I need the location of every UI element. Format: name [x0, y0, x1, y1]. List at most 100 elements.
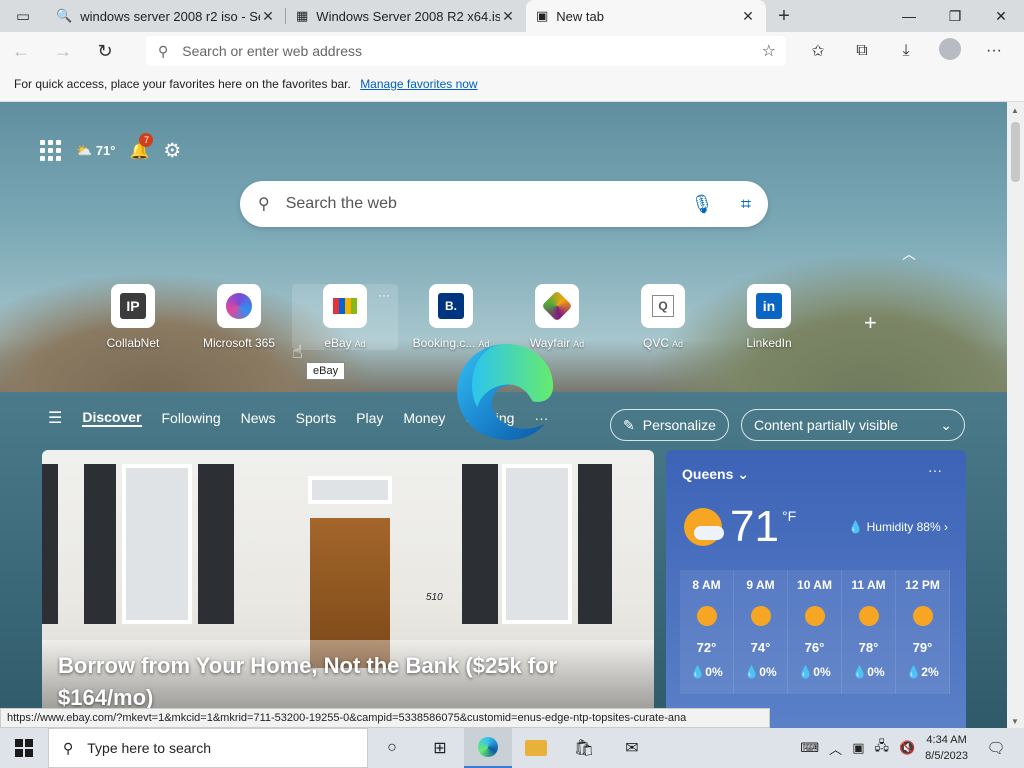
back-icon[interactable]: ← [0, 41, 42, 62]
menu-icon[interactable]: ☰ [48, 408, 62, 428]
hero-article-card[interactable]: 510 Borrow from Your Home, Not the Bank … [42, 450, 654, 728]
volume-muted-icon[interactable]: 🔇 [899, 740, 915, 756]
quick-link-collabnet[interactable]: IP CollabNet [80, 284, 186, 350]
mail-icon[interactable]: ✉ [608, 728, 656, 768]
scroll-up-icon[interactable]: ▲ [1011, 106, 1019, 115]
qvc-icon: Q [641, 284, 685, 328]
file-explorer-icon[interactable] [512, 728, 560, 768]
weather-location[interactable]: Queens ⌄ [682, 466, 749, 483]
quick-link-microsoft365[interactable]: Microsoft 365 [186, 284, 292, 350]
taskbar-search[interactable]: ⚲ Type here to search [48, 728, 368, 768]
tab-actions-icon[interactable]: ▭ [0, 0, 46, 32]
minimize-icon[interactable]: — [886, 0, 932, 32]
hour-forecast[interactable]: 9 AM 74° 💧0% [734, 570, 788, 694]
hour-forecast[interactable]: 10 AM 76° 💧0% [788, 570, 842, 694]
sun-icon [912, 606, 933, 626]
hour-forecast[interactable]: 11 AM 78° 💧0% [842, 570, 896, 694]
notification-bell-icon[interactable]: 🔔 7 [129, 132, 154, 161]
scrollbar-thumb[interactable] [1011, 122, 1020, 182]
settings-more-icon[interactable]: ··· [972, 42, 1016, 60]
address-bar[interactable]: ⚲ Search or enter web address ☆ [146, 36, 786, 66]
feed-tab-money[interactable]: Money [403, 410, 445, 426]
feed-tab-discover[interactable]: Discover [82, 409, 142, 427]
favorites-icon[interactable]: ✩ [796, 41, 840, 61]
quick-link-linkedin[interactable]: in LinkedIn [716, 284, 822, 350]
feed-tab-sports[interactable]: Sports [296, 410, 336, 426]
collections-icon[interactable]: ⧉ [840, 42, 884, 60]
precip-value: 2% [921, 665, 939, 679]
forward-icon[interactable]: → [42, 41, 84, 62]
window-controls: — ❐ ✕ [886, 0, 1024, 32]
downloads-icon[interactable]: ⤓ [884, 42, 928, 60]
quick-link-label: eBay [324, 336, 352, 350]
device-icon[interactable]: ▣ [852, 740, 864, 756]
profile-avatar[interactable] [928, 37, 972, 65]
apps-grid-icon[interactable] [40, 139, 62, 162]
quick-link-label: CollabNet [106, 336, 160, 350]
feed-tab-following[interactable]: Following [162, 410, 221, 426]
weather-mini[interactable]: ⛅ 71° [76, 143, 115, 159]
ntp-top-bar: ⛅ 71° 🔔 7 ⚙ [40, 132, 181, 163]
sun-icon [858, 606, 879, 626]
more-options-icon[interactable]: ··· [378, 288, 390, 302]
tab-close-icon[interactable]: ✕ [260, 8, 276, 25]
humidity[interactable]: 💧 Humidity 88% › [848, 520, 948, 534]
tab-iso[interactable]: ▦ Windows Server 2008 R2 x64.iso ✕ [286, 0, 526, 32]
keyboard-icon[interactable]: ⌨ [800, 740, 819, 756]
web-search-box[interactable]: ⚲ Search the web 🎙 ⌗ [240, 181, 768, 227]
edge-taskbar-icon[interactable] [464, 728, 512, 768]
tab-new[interactable]: ▣ New tab ✕ [526, 0, 766, 32]
chevron-down-icon: ⌄ [940, 416, 952, 433]
show-hidden-icons-icon[interactable]: ︿ [829, 739, 842, 758]
tile-text: IP [120, 293, 146, 319]
new-tab-button[interactable]: + [766, 0, 802, 32]
hour-temp: 74° [750, 640, 771, 655]
refresh-icon[interactable]: ↻ [84, 41, 126, 62]
feed-tab-play[interactable]: Play [356, 410, 383, 426]
network-icon[interactable]: 🖧 [874, 737, 889, 759]
hero-headline[interactable]: Borrow from Your Home, Not the Bank ($25… [58, 650, 618, 714]
add-favorite-icon[interactable]: ☆ [762, 41, 776, 61]
close-window-icon[interactable]: ✕ [978, 0, 1024, 32]
visual-search-icon[interactable]: ⌗ [724, 194, 768, 215]
page-settings-icon[interactable]: ⚙ [163, 138, 181, 163]
tab-title: windows server 2008 r2 iso - Sea [80, 8, 260, 24]
weather-more-icon[interactable]: ··· [928, 462, 942, 478]
star-edit-icon: ✎ [623, 416, 635, 433]
hour-temp: 78° [858, 640, 879, 655]
tab-close-icon[interactable]: ✕ [740, 8, 756, 25]
store-icon[interactable]: 🛍 [560, 728, 608, 768]
tab-search[interactable]: 🔍 windows server 2008 r2 iso - Sea ✕ [46, 0, 286, 32]
house-image [198, 464, 234, 624]
visibility-label: Content partially visible [754, 417, 898, 433]
content-visibility-dropdown[interactable]: Content partially visible ⌄ [741, 409, 965, 441]
tab-strip: ▭ 🔍 windows server 2008 r2 iso - Sea ✕ ▦… [0, 0, 1024, 32]
book-icon: ▦ [296, 8, 309, 23]
hour-forecast[interactable]: 12 PM 79° 💧2% [896, 570, 950, 694]
precip-value: 0% [759, 665, 777, 679]
feed-tab-news[interactable]: News [241, 410, 276, 426]
microphone-icon[interactable]: 🎙 [680, 194, 724, 215]
collapse-chevron-icon[interactable]: ︿ [902, 244, 916, 264]
personalize-button[interactable]: ✎ Personalize [610, 409, 729, 441]
task-view-icon[interactable]: ⊞ [416, 728, 464, 768]
sun-icon [696, 606, 717, 626]
collabnet-icon: IP [111, 284, 155, 328]
newtab-icon: ▣ [536, 8, 549, 23]
restore-icon[interactable]: ❐ [932, 0, 978, 32]
clock[interactable]: 4:34 AM 8/5/2023 [925, 732, 968, 764]
tab-close-icon[interactable]: ✕ [500, 8, 516, 25]
weather-card[interactable]: Queens ⌄ ··· 71 °F 💧 Humidity 88% › 8 AM… [666, 450, 966, 728]
hour-forecast[interactable]: 8 AM 72° 💧0% [680, 570, 734, 694]
status-bar-url: https://www.ebay.com/?mkevt=1&mkcid=1&mk… [0, 708, 770, 728]
add-quick-link-icon[interactable]: + [864, 310, 877, 336]
quick-link-ebay[interactable]: eBay Ad ··· [292, 284, 398, 350]
cortana-icon[interactable]: ○ [368, 728, 416, 768]
quick-link-qvc[interactable]: Q QVC Ad [610, 284, 716, 350]
action-center-icon[interactable]: 🗨 [978, 739, 1014, 757]
ad-label: Ad [672, 339, 684, 349]
start-button[interactable] [0, 728, 48, 768]
page-scrollbar[interactable]: ▲ ▼ [1007, 102, 1024, 728]
manage-favorites-link[interactable]: Manage favorites now [360, 77, 477, 91]
scroll-down-icon[interactable]: ▼ [1011, 717, 1019, 726]
